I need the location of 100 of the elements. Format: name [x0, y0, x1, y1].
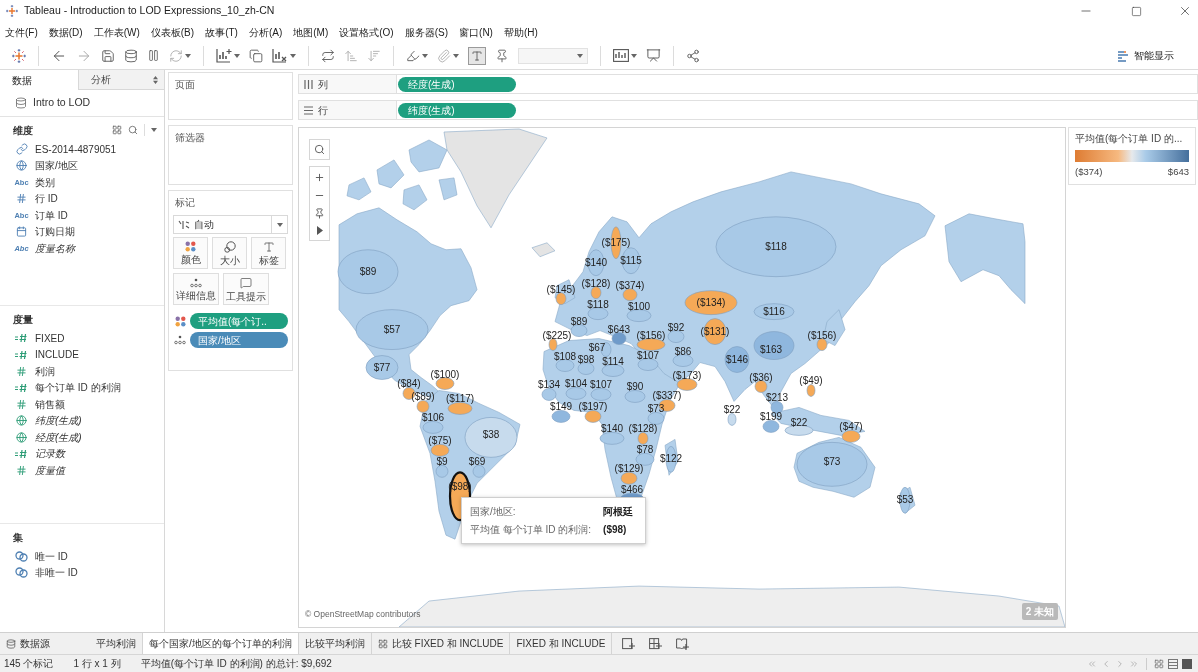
paperclip-icon[interactable]	[437, 48, 451, 63]
mark-property-button[interactable]: 颜色	[173, 237, 208, 269]
field-item[interactable]: 订购日期	[0, 223, 164, 240]
sheet-tab[interactable]: 每个国家/地区的每个订单的利润	[143, 633, 299, 654]
country-shape[interactable]	[577, 362, 595, 375]
pane-tab[interactable]: 分析	[78, 70, 164, 90]
columns-shelf[interactable]: 列 经度(生成)	[298, 74, 1198, 94]
book-plus-icon[interactable]	[676, 637, 690, 650]
rows-shelf[interactable]: 行 纬度(生成)	[298, 100, 1198, 120]
highlighter-icon[interactable]	[406, 48, 420, 63]
menu-item[interactable]: 故事(T)	[205, 24, 238, 40]
country-shape[interactable]	[784, 425, 814, 436]
duplicate-icon[interactable]	[249, 48, 263, 63]
country-shape[interactable]	[365, 355, 399, 380]
country-shape[interactable]	[770, 401, 784, 414]
mark-property-button[interactable]: 标签	[251, 237, 286, 269]
caret-icon[interactable]	[185, 53, 191, 58]
menu-item[interactable]: 地图(M)	[293, 24, 329, 40]
caret-icon[interactable]	[151, 128, 157, 132]
database-icon[interactable]	[124, 48, 138, 63]
field-item[interactable]: 度量值	[0, 462, 164, 479]
field-item[interactable]: 国家/地区	[0, 157, 164, 174]
country-shape[interactable]	[601, 364, 625, 377]
mark-type-dropdown[interactable]: 自动	[173, 215, 288, 234]
sheet-plus-icon[interactable]	[622, 637, 636, 650]
mark-property-button[interactable]: 大小	[212, 237, 247, 269]
grid-plus-icon[interactable]	[649, 637, 663, 650]
country-shape[interactable]	[899, 486, 911, 514]
bar-chart-cross-icon[interactable]	[272, 48, 288, 63]
search-icon[interactable]	[128, 125, 138, 135]
map-attribution[interactable]: © OpenStreetMap contributors	[305, 608, 421, 621]
country-shape[interactable]	[570, 324, 588, 337]
field-item[interactable]: 销售额	[0, 396, 164, 413]
square-view-icon[interactable]	[1182, 658, 1192, 669]
data-source-name[interactable]: Intro to LOD	[33, 95, 91, 111]
country-shape[interactable]	[724, 346, 750, 373]
close-icon[interactable]	[1178, 4, 1192, 18]
menu-item[interactable]: 设置格式(O)	[339, 24, 394, 40]
country-shape[interactable]	[637, 358, 659, 371]
pause-icon[interactable]	[147, 49, 160, 62]
country-shape[interactable]	[587, 307, 609, 320]
field-item[interactable]: ES-2014-4879051	[0, 141, 164, 158]
field-item[interactable]: 纬度(生成)	[0, 412, 164, 429]
country-shape[interactable]	[555, 359, 575, 372]
mark-property-button[interactable]: 工具提示	[223, 273, 269, 305]
field-item[interactable]: FIXED	[0, 330, 164, 347]
field-item[interactable]: 行 ID	[0, 190, 164, 207]
swap-icon[interactable]	[321, 48, 335, 63]
presentation-icon[interactable]	[646, 48, 661, 63]
caret-icon[interactable]	[290, 53, 296, 58]
menu-item[interactable]: 服务器(S)	[404, 24, 449, 40]
menu-item[interactable]: 仪表板(B)	[150, 24, 195, 40]
maximize-icon[interactable]	[1131, 5, 1142, 17]
fit-width-icon[interactable]	[613, 49, 629, 62]
country-shape[interactable]	[611, 332, 627, 345]
show-me-button[interactable]: 智能显示	[1115, 48, 1176, 63]
field-item[interactable]: 利润	[0, 363, 164, 380]
country-shape[interactable]	[753, 303, 795, 320]
field-item[interactable]: 经度(生成)	[0, 429, 164, 446]
grid-view-icon[interactable]	[112, 125, 122, 135]
caret-icon[interactable]	[422, 53, 428, 58]
fit-select-field[interactable]	[518, 47, 588, 64]
list-view-icon[interactable]	[1168, 658, 1178, 669]
country-shape[interactable]	[635, 453, 655, 466]
menu-item[interactable]: 数据(D)	[48, 24, 83, 40]
caret-icon[interactable]	[234, 53, 240, 58]
zoom-in-icon[interactable]	[314, 172, 325, 183]
caret-icon[interactable]	[631, 53, 637, 58]
menu-item[interactable]: 工作表(W)	[93, 24, 140, 40]
field-item[interactable]: 非唯一 ID	[0, 564, 164, 581]
field-item[interactable]: 唯一 ID	[0, 548, 164, 565]
country-shape[interactable]	[464, 417, 518, 458]
calculated-number-icon	[14, 382, 29, 393]
menu-item[interactable]: 分析(A)	[248, 24, 283, 40]
field-item[interactable]: 每个订单 ID 的利润	[0, 379, 164, 396]
save-icon[interactable]	[101, 48, 115, 63]
field-pill[interactable]: 国家/地区	[190, 332, 288, 348]
play-arrow-icon[interactable]	[316, 226, 323, 235]
country-shape[interactable]	[621, 247, 641, 274]
grid-view-icon[interactable]	[1154, 658, 1164, 669]
color-dots-icon	[174, 315, 186, 327]
field-item[interactable]: INCLUDE	[0, 346, 164, 363]
field-item[interactable]: 记录数	[0, 445, 164, 462]
pin-icon[interactable]	[495, 48, 509, 63]
sheet-tab[interactable]: 数据源	[0, 633, 56, 654]
search-button[interactable]	[309, 139, 330, 160]
country-shape[interactable]	[684, 290, 738, 315]
start-logo-icon[interactable]	[12, 48, 26, 63]
country-shape[interactable]	[753, 331, 795, 360]
bar-chart-plus-icon[interactable]	[216, 48, 232, 63]
share-icon[interactable]	[686, 48, 700, 63]
country-shape[interactable]	[587, 249, 605, 276]
menu-item[interactable]: 文件(F)	[5, 24, 38, 40]
pin-icon[interactable]	[314, 208, 325, 219]
mark-property-button[interactable]: 详细信息	[173, 273, 219, 305]
caret-icon[interactable]	[577, 53, 583, 58]
caret-icon[interactable]	[453, 53, 459, 58]
menu-item[interactable]: 窗口(N)	[459, 24, 493, 40]
menu-item[interactable]: 帮助(H)	[503, 24, 538, 40]
caret-icon[interactable]	[276, 222, 283, 227]
